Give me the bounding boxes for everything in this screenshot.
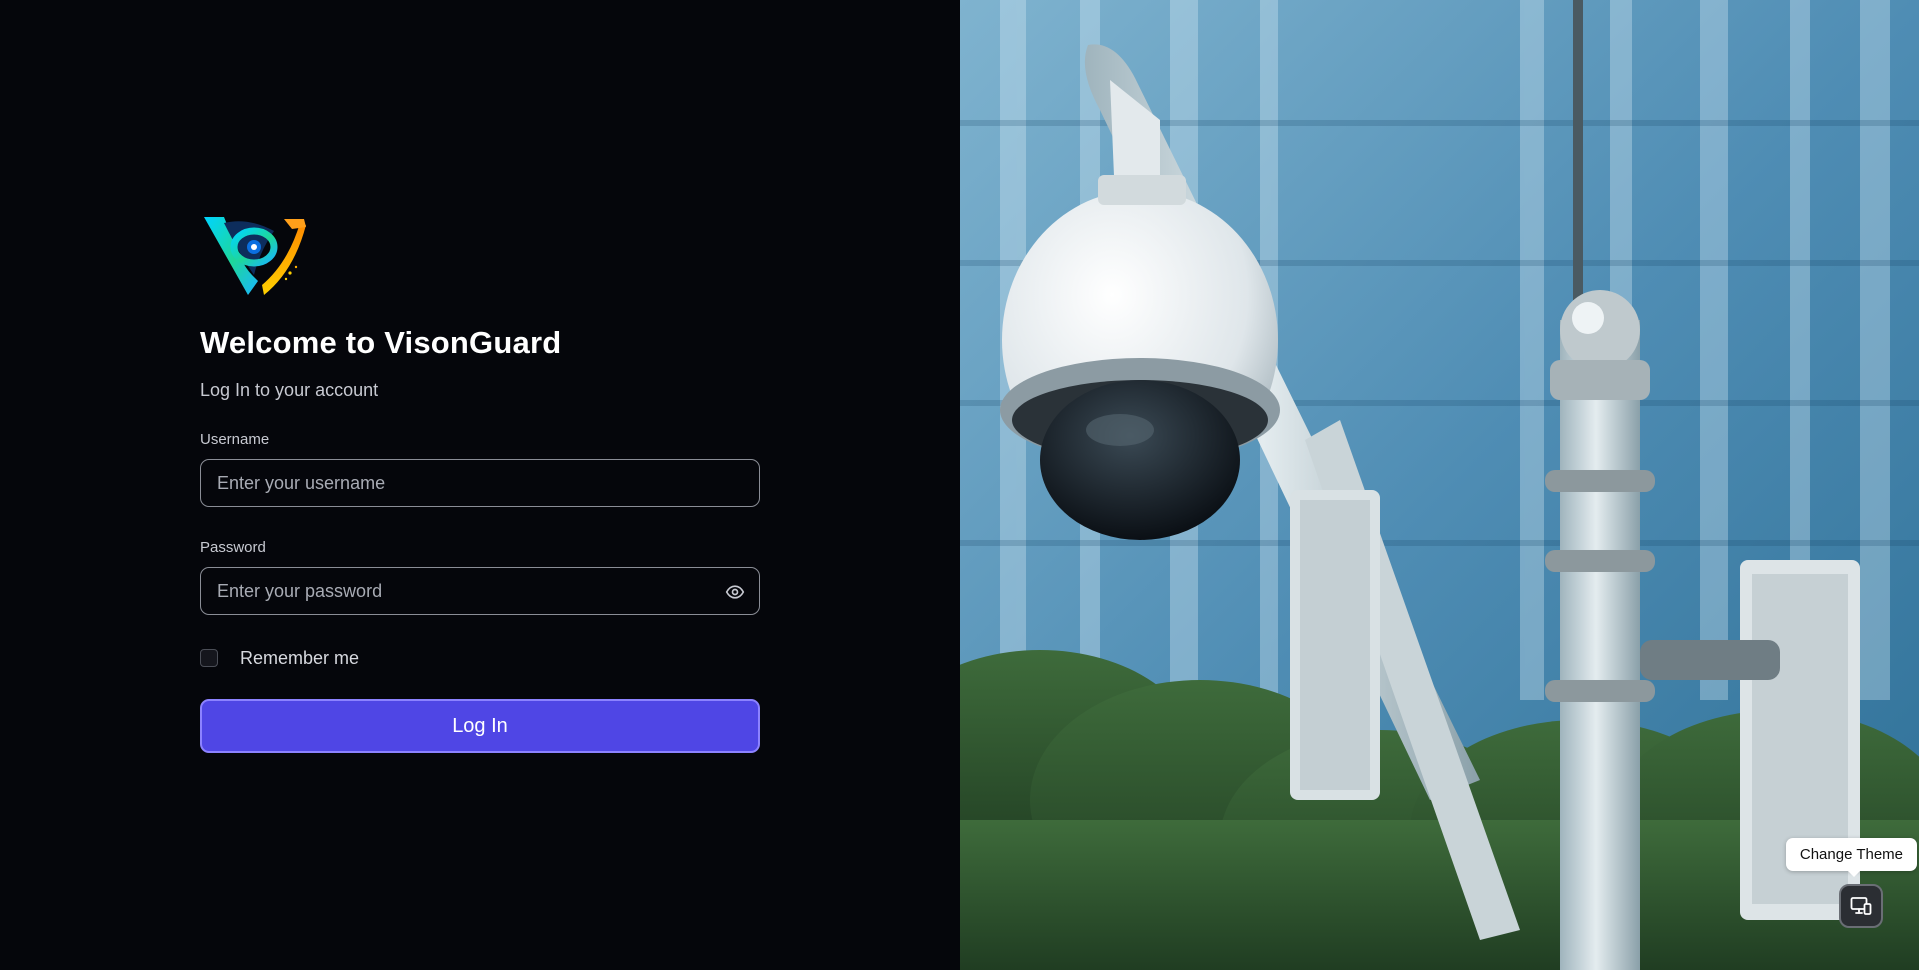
security-camera-photo [960, 0, 1919, 970]
page-subtitle: Log In to your account [200, 380, 379, 400]
login-button[interactable]: Log In [200, 699, 760, 753]
change-theme-button[interactable] [1839, 884, 1883, 928]
show-password-toggle[interactable] [723, 580, 747, 604]
remember-me-row: Remember me [200, 647, 760, 669]
login-form: Welcome to VisonGuard Log In to your acc… [200, 215, 760, 753]
change-theme-tooltip: Change Theme [1785, 838, 1917, 877]
username-field [200, 459, 760, 507]
eye-icon [725, 585, 745, 599]
password-field [200, 567, 760, 615]
page-title: Welcome to VisonGuard [200, 325, 562, 360]
remember-me-label[interactable]: Remember me [240, 648, 359, 669]
password-label: Password [200, 539, 266, 556]
username-input[interactable] [201, 460, 759, 506]
password-input[interactable] [201, 568, 759, 614]
visionguard-logo [204, 217, 306, 295]
remember-me-checkbox[interactable] [200, 649, 218, 667]
login-page: Welcome to VisonGuard Log In to your acc… [0, 0, 1919, 970]
hero-image-panel: Change Theme [960, 0, 1919, 970]
username-label: Username [200, 431, 270, 448]
login-panel: Welcome to VisonGuard Log In to your acc… [0, 0, 960, 970]
monitor-phone-icon [1850, 897, 1872, 915]
